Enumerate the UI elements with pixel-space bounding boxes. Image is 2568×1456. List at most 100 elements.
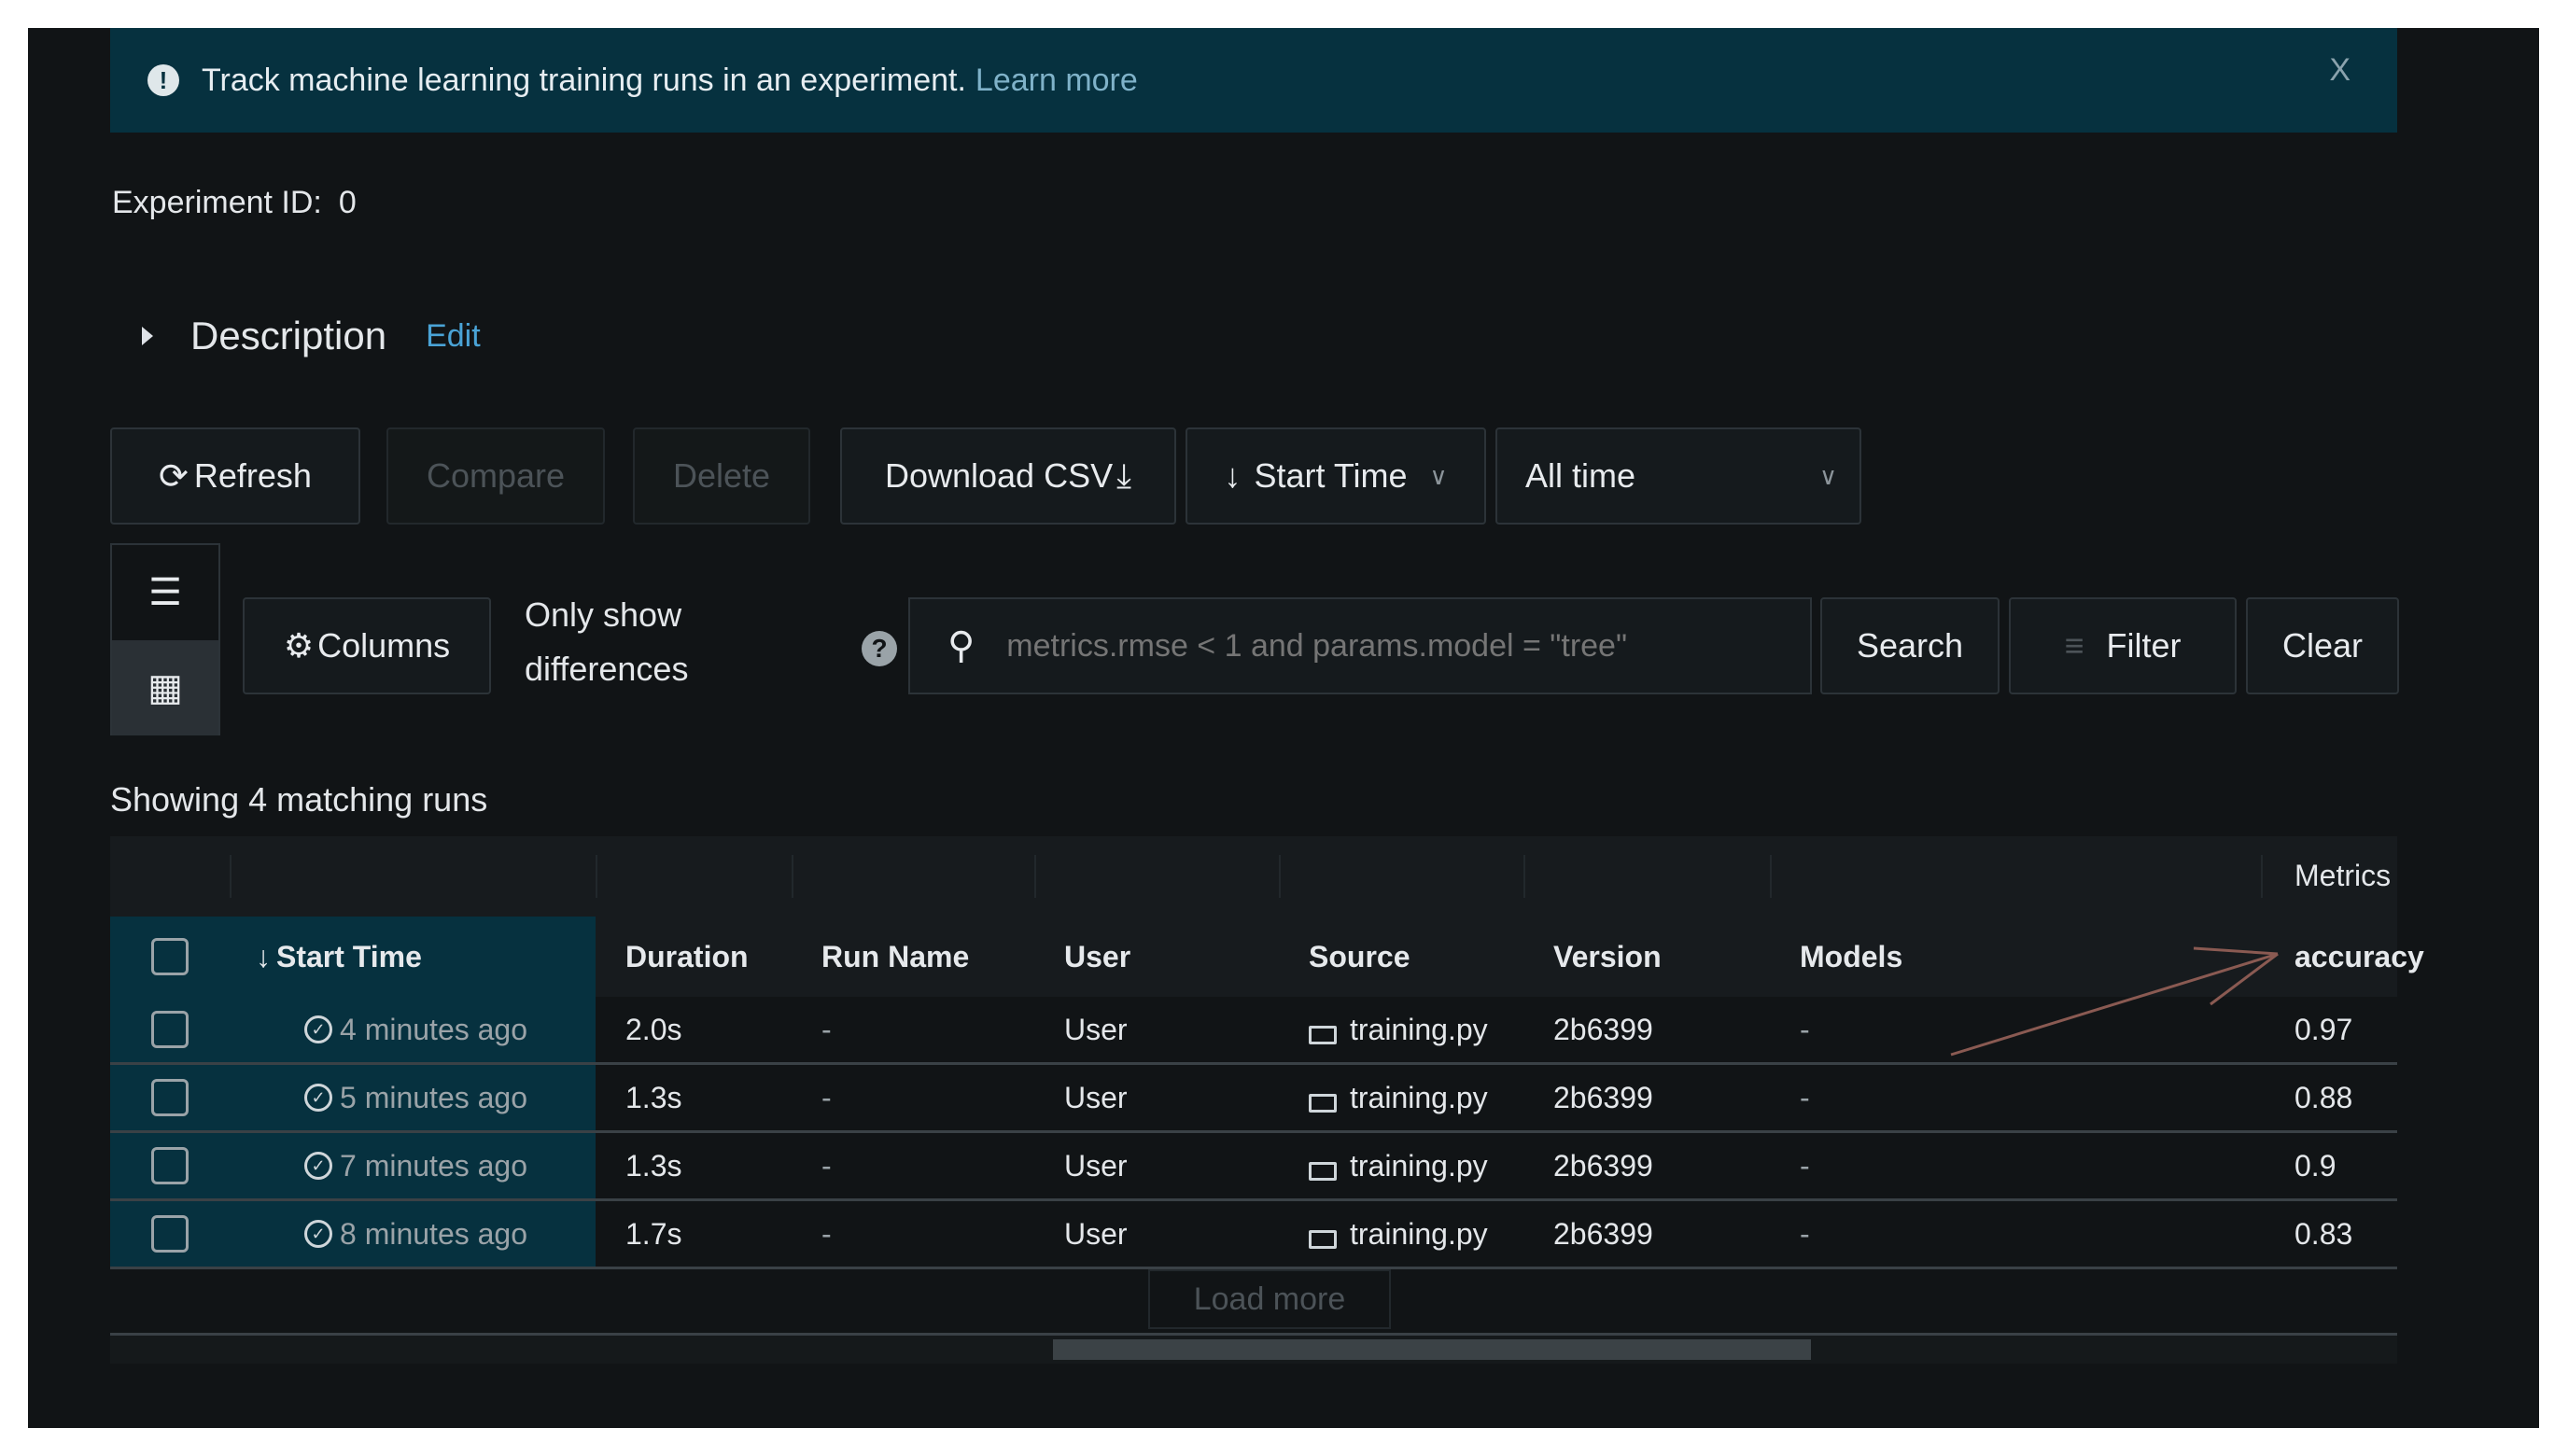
source-cell[interactable]: training.py	[1309, 1065, 1488, 1130]
run-name-cell: -	[821, 1148, 832, 1183]
sort-label: Start Time	[1254, 456, 1408, 495]
chevron-down-icon: ∨	[1429, 461, 1448, 490]
table-row[interactable]: ✓ 8 minutes ago 1.7s - User training.py 2b6399…	[110, 1201, 2397, 1269]
accuracy-cell: 0.83	[2294, 1216, 2353, 1251]
start-time-link[interactable]: 8 minutes ago	[340, 1217, 527, 1252]
only-show-line1: Only show	[525, 595, 682, 634]
user-cell: User	[1064, 1148, 1128, 1183]
time-range-label: All time	[1525, 456, 1636, 495]
row-checkbox[interactable]	[151, 1147, 189, 1184]
start-time-header[interactable]: ↓ Start Time	[230, 917, 596, 997]
start-time-cell[interactable]: ✓ 8 minutes ago	[230, 1201, 596, 1267]
learn-more-link[interactable]: Learn more	[975, 63, 1138, 99]
row-select-cell	[110, 1133, 230, 1198]
source-link[interactable]: training.py	[1350, 1081, 1488, 1115]
laptop-icon	[1309, 1230, 1337, 1249]
column-group-row: Metrics	[110, 836, 2397, 917]
duration-cell: 1.3s	[625, 1080, 682, 1114]
chevron-down-icon: ∨	[1818, 461, 1837, 490]
table-view-icon[interactable]: ▦	[112, 640, 218, 735]
laptop-icon	[1309, 1162, 1337, 1181]
source-cell[interactable]: training.py	[1309, 1133, 1488, 1198]
download-csv-button[interactable]: Download CSV ⤓	[840, 427, 1176, 525]
laptop-icon	[1309, 1094, 1337, 1113]
version-cell: 2b6399	[1553, 1216, 1653, 1251]
models-cell: -	[1800, 1148, 1810, 1183]
row-checkbox[interactable]	[151, 1011, 189, 1048]
models-header[interactable]: Models	[1800, 917, 1902, 997]
check-circle-icon: ✓	[304, 1220, 332, 1248]
accuracy-cell: 0.88	[2294, 1080, 2353, 1114]
arrow-down-icon: ↓	[1224, 456, 1242, 495]
duration-cell: 1.3s	[625, 1148, 682, 1183]
version-header[interactable]: Version	[1553, 917, 1662, 997]
download-icon: ⤓	[1116, 455, 1132, 495]
matching-runs-count: Showing 4 matching runs	[110, 780, 488, 819]
source-link[interactable]: training.py	[1350, 1149, 1488, 1183]
delete-button[interactable]: Delete	[633, 427, 810, 525]
table-row[interactable]: ✓ 4 minutes ago 2.0s - User training.py 2b6399…	[110, 997, 2397, 1065]
table-row[interactable]: ✓ 7 minutes ago 1.3s - User training.py 2b6399…	[110, 1133, 2397, 1201]
start-time-header-label: Start Time	[276, 939, 422, 973]
search-button[interactable]: Search	[1820, 597, 2000, 694]
table-header-row: ↓ Start Time Duration Run Name User Sour…	[110, 917, 2424, 997]
version-cell: 2b6399	[1553, 1012, 1653, 1046]
row-select-cell	[110, 1201, 230, 1267]
source-cell[interactable]: training.py	[1309, 997, 1488, 1062]
source-link[interactable]: training.py	[1350, 1013, 1488, 1047]
check-circle-icon: ✓	[304, 1015, 332, 1043]
filter-button[interactable]: ≡ Filter	[2009, 597, 2237, 694]
start-time-cell[interactable]: ✓ 4 minutes ago	[230, 997, 596, 1062]
start-time-link[interactable]: 5 minutes ago	[340, 1081, 527, 1115]
compare-button[interactable]: Compare	[386, 427, 605, 525]
horizontal-scrollbar[interactable]	[110, 1333, 2397, 1364]
user-header[interactable]: User	[1064, 917, 1130, 997]
select-all-checkbox[interactable]	[151, 938, 189, 975]
laptop-icon	[1309, 1026, 1337, 1044]
description-label[interactable]: Description	[190, 314, 386, 358]
models-cell: -	[1800, 1216, 1810, 1251]
close-icon[interactable]: X	[2329, 52, 2350, 89]
time-range-select[interactable]: All time ∨	[1495, 427, 1861, 525]
user-cell: User	[1064, 1080, 1128, 1114]
source-header[interactable]: Source	[1309, 917, 1410, 997]
models-cell: -	[1800, 1012, 1810, 1046]
experiment-id: Experiment ID: 0	[112, 185, 357, 221]
caret-right-icon[interactable]	[142, 327, 153, 345]
search-field[interactable]: ⚲	[908, 597, 1812, 694]
help-icon[interactable]: ?	[862, 631, 897, 666]
start-time-link[interactable]: 4 minutes ago	[340, 1013, 527, 1047]
table-row[interactable]: ✓ 5 minutes ago 1.3s - User training.py 2b6399…	[110, 1065, 2397, 1133]
description-section: Description Edit	[112, 314, 481, 358]
refresh-label: Refresh	[193, 456, 312, 495]
user-cell: User	[1064, 1012, 1128, 1046]
refresh-button[interactable]: ⟳ Refresh	[110, 427, 360, 525]
columns-button[interactable]: ⚙ Columns	[243, 597, 491, 694]
start-time-cell[interactable]: ✓ 5 minutes ago	[230, 1065, 596, 1130]
filter-label: Filter	[2106, 626, 2182, 665]
start-time-cell[interactable]: ✓ 7 minutes ago	[230, 1133, 596, 1198]
accuracy-header[interactable]: accuracy	[2294, 917, 2424, 997]
run-name-header[interactable]: Run Name	[821, 917, 969, 997]
duration-cell: 2.0s	[625, 1012, 682, 1046]
search-icon: ⚲	[947, 625, 975, 666]
version-cell: 2b6399	[1553, 1148, 1653, 1183]
accuracy-cell: 0.9	[2294, 1148, 2336, 1183]
load-more-button[interactable]: Load more	[1148, 1269, 1391, 1329]
only-show-differences-toggle[interactable]: Only show differences	[525, 588, 688, 696]
row-checkbox[interactable]	[151, 1079, 189, 1116]
source-cell[interactable]: training.py	[1309, 1201, 1488, 1267]
table-body: ✓ 4 minutes ago 2.0s - User training.py 2b6399…	[110, 997, 2397, 1269]
view-toggle: ☰ ▦	[110, 543, 220, 735]
clear-button[interactable]: Clear	[2246, 597, 2399, 694]
banner-text: Track machine learning training runs in …	[202, 62, 966, 98]
scrollbar-thumb[interactable]	[1053, 1339, 1811, 1360]
sort-select[interactable]: ↓ Start Time ∨	[1186, 427, 1486, 525]
duration-header[interactable]: Duration	[625, 917, 749, 997]
edit-description-link[interactable]: Edit	[426, 318, 481, 355]
search-input[interactable]	[1004, 626, 1756, 665]
source-link[interactable]: training.py	[1350, 1217, 1488, 1252]
row-checkbox[interactable]	[151, 1215, 189, 1253]
list-view-icon[interactable]: ☰	[112, 545, 218, 640]
start-time-link[interactable]: 7 minutes ago	[340, 1149, 527, 1183]
